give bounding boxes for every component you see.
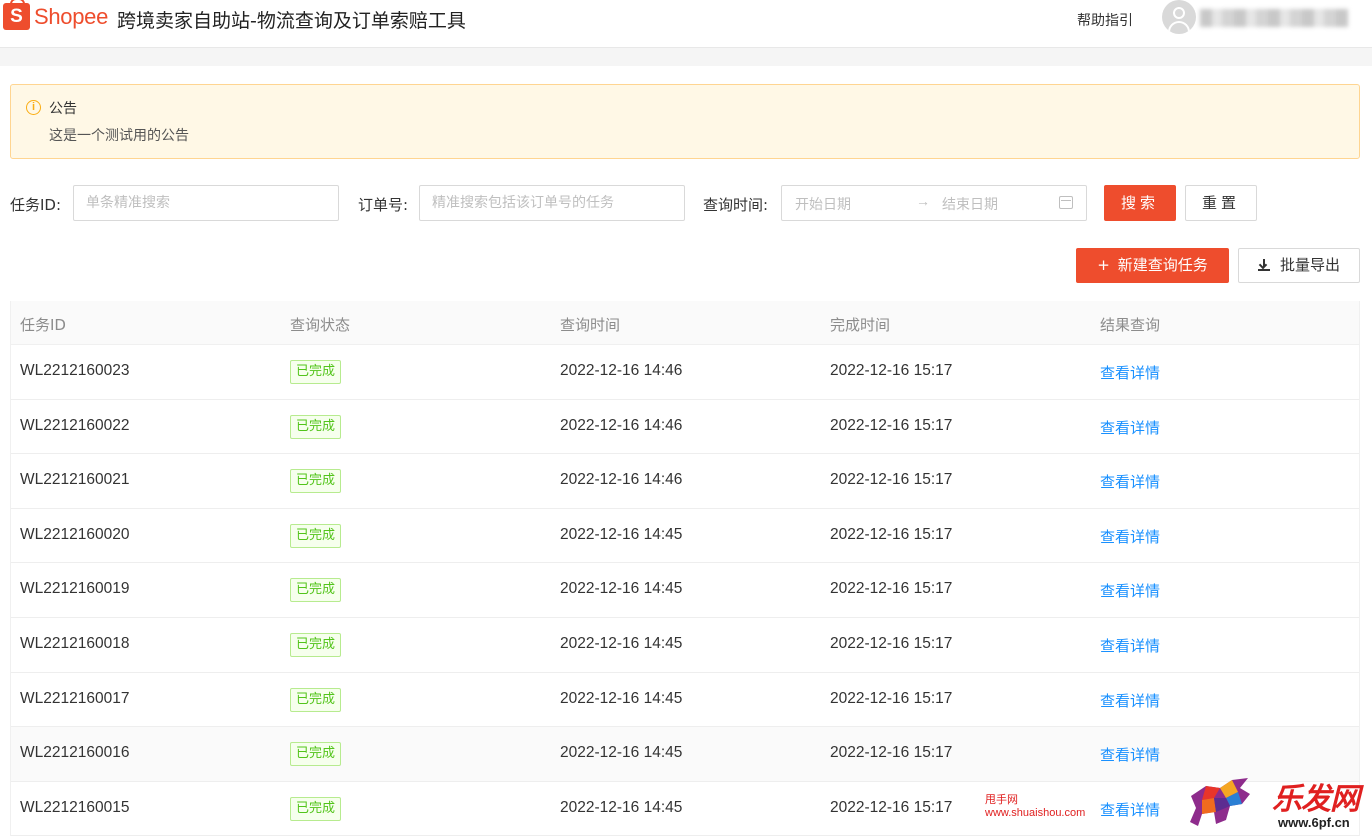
- info-circle-icon: i: [26, 100, 41, 115]
- blurred-username[interactable]: [1200, 9, 1348, 27]
- watermark-brand: 乐发网: [1272, 782, 1360, 817]
- view-details-link[interactable]: 查看详情: [1100, 744, 1160, 765]
- app-title: 跨境卖家自助站-物流查询及订单索赔工具: [117, 10, 466, 32]
- new-query-task-label: 新建查询任务: [1117, 256, 1208, 274]
- view-details-link[interactable]: 查看详情: [1100, 799, 1160, 820]
- task-id-cell: WL2212160020: [20, 525, 130, 543]
- batch-export-label: 批量导出: [1279, 256, 1340, 274]
- reset-button[interactable]: 重置: [1185, 185, 1257, 221]
- done-time-cell: 2022-12-16 15:17: [830, 798, 953, 816]
- top-header: S Shopee 跨境卖家自助站-物流查询及订单索赔工具 帮助指引: [0, 0, 1372, 48]
- column-header-task-id: 任务ID: [20, 316, 66, 334]
- table-row: WL2212160023 已完成 2022-12-16 14:46 2022-1…: [11, 345, 1359, 400]
- announcement-text: 这是一个测试用的公告: [49, 128, 189, 144]
- done-time-cell: 2022-12-16 15:17: [830, 744, 953, 762]
- done-time-cell: 2022-12-16 15:17: [830, 525, 953, 543]
- status-badge: 已完成: [290, 523, 342, 548]
- query-time-cell: 2022-12-16 14:45: [560, 744, 683, 762]
- query-time-cell: 2022-12-16 14:45: [560, 525, 683, 543]
- task-id-cell: WL2212160021: [20, 471, 130, 489]
- task-id-cell: WL2212160015: [20, 798, 130, 816]
- view-details-link[interactable]: 查看详情: [1100, 362, 1160, 383]
- column-header-status: 查询状态: [290, 316, 351, 334]
- announcement-title: 公告: [49, 101, 77, 117]
- task-id-cell: WL2212160017: [20, 689, 130, 707]
- search-button[interactable]: 搜索: [1104, 185, 1176, 221]
- user-avatar-icon[interactable]: [1162, 0, 1196, 34]
- task-id-label: 任务ID:: [10, 196, 62, 214]
- table-header: 任务ID 查询状态 查询时间 完成时间 结果查询: [11, 301, 1359, 345]
- done-time-cell: 2022-12-16 15:17: [830, 362, 953, 379]
- watermark-site-name: 甩手网: [985, 793, 1018, 806]
- task-id-cell: WL2212160023: [20, 362, 130, 379]
- view-details-link[interactable]: 查看详情: [1100, 526, 1160, 547]
- task-id-cell: WL2212160019: [20, 580, 130, 598]
- view-details-link[interactable]: 查看详情: [1100, 690, 1160, 711]
- view-details-link[interactable]: 查看详情: [1100, 635, 1160, 656]
- done-time-cell: 2022-12-16 15:17: [830, 416, 953, 434]
- done-time-cell: 2022-12-16 15:17: [830, 580, 953, 598]
- task-id-input[interactable]: [73, 185, 339, 221]
- new-query-task-button[interactable]: + 新建查询任务: [1076, 248, 1229, 283]
- table-row: WL2212160018 已完成 2022-12-16 14:45 2022-1…: [11, 617, 1359, 673]
- status-badge: 已完成: [290, 632, 342, 657]
- shopee-logo[interactable]: S Shopee: [3, 0, 109, 30]
- status-badge: 已完成: [290, 360, 342, 384]
- table-row: WL2212160019 已完成 2022-12-16 14:45 2022-1…: [11, 563, 1359, 618]
- status-badge: 已完成: [290, 796, 342, 821]
- view-details-link[interactable]: 查看详情: [1100, 580, 1160, 601]
- query-time-cell: 2022-12-16 14:46: [560, 362, 683, 379]
- shopee-bag-icon: S: [3, 0, 30, 30]
- table-row: WL2212160020 已完成 2022-12-16 14:45 2022-1…: [11, 508, 1359, 564]
- query-time-label: 查询时间:: [703, 196, 769, 214]
- order-number-label: 订单号:: [358, 196, 409, 214]
- query-time-cell: 2022-12-16 14:45: [560, 634, 683, 652]
- watermark-brand-url: www.6pf.cn: [1278, 815, 1350, 830]
- query-time-cell: 2022-12-16 14:45: [560, 689, 683, 707]
- download-icon: [1257, 259, 1270, 271]
- status-badge: 已完成: [290, 687, 342, 712]
- end-date-input[interactable]: 结束日期: [942, 194, 998, 214]
- view-details-link[interactable]: 查看详情: [1100, 471, 1160, 492]
- table-row: WL2212160015 已完成 2022-12-16 14:45 2022-1…: [11, 781, 1359, 837]
- help-guide-link[interactable]: 帮助指引: [1077, 10, 1133, 30]
- task-table: 任务ID 查询状态 查询时间 完成时间 结果查询 WL2212160023 已完…: [10, 301, 1360, 837]
- task-id-cell: WL2212160018: [20, 634, 130, 652]
- range-arrow-icon: →: [916, 193, 930, 209]
- column-header-query-time: 查询时间: [560, 316, 621, 334]
- status-badge: 已完成: [290, 414, 342, 439]
- calendar-icon[interactable]: [1059, 196, 1073, 209]
- done-time-cell: 2022-12-16 15:17: [830, 689, 953, 707]
- start-date-input[interactable]: 开始日期: [795, 194, 851, 214]
- table-row: WL2212160021 已完成 2022-12-16 14:46 2022-1…: [11, 454, 1359, 509]
- date-range-picker[interactable]: 开始日期 → 结束日期: [781, 185, 1087, 221]
- done-time-cell: 2022-12-16 15:17: [830, 471, 953, 489]
- header-divider-band: [0, 48, 1372, 66]
- logo-text: Shopee: [34, 3, 109, 29]
- table-row: WL2212160016 已完成 2022-12-16 14:45 2022-1…: [11, 727, 1359, 782]
- bull-logo-icon: [1190, 778, 1250, 826]
- done-time-cell: 2022-12-16 15:17: [830, 634, 953, 652]
- query-time-cell: 2022-12-16 14:45: [560, 580, 683, 598]
- task-id-cell: WL2212160016: [20, 744, 130, 762]
- column-header-done-time: 完成时间: [830, 316, 891, 334]
- watermark-site-url: www.shuaishou.com: [985, 807, 1086, 819]
- status-badge: 已完成: [290, 578, 342, 603]
- view-details-link[interactable]: 查看详情: [1100, 417, 1160, 438]
- plus-icon: +: [1097, 256, 1110, 274]
- order-number-input[interactable]: [419, 185, 685, 221]
- status-badge: 已完成: [290, 742, 342, 767]
- table-row: WL2212160022 已完成 2022-12-16 14:46 2022-1…: [11, 399, 1359, 455]
- query-time-cell: 2022-12-16 14:46: [560, 471, 683, 489]
- announcement-banner: i 公告 这是一个测试用的公告: [10, 84, 1360, 159]
- batch-export-button[interactable]: 批量导出: [1238, 248, 1360, 283]
- column-header-result: 结果查询: [1100, 316, 1161, 334]
- query-time-cell: 2022-12-16 14:45: [560, 798, 683, 816]
- table-row: WL2212160017 已完成 2022-12-16 14:45 2022-1…: [11, 672, 1359, 728]
- query-time-cell: 2022-12-16 14:46: [560, 416, 683, 434]
- task-id-cell: WL2212160022: [20, 416, 130, 434]
- status-badge: 已完成: [290, 469, 342, 494]
